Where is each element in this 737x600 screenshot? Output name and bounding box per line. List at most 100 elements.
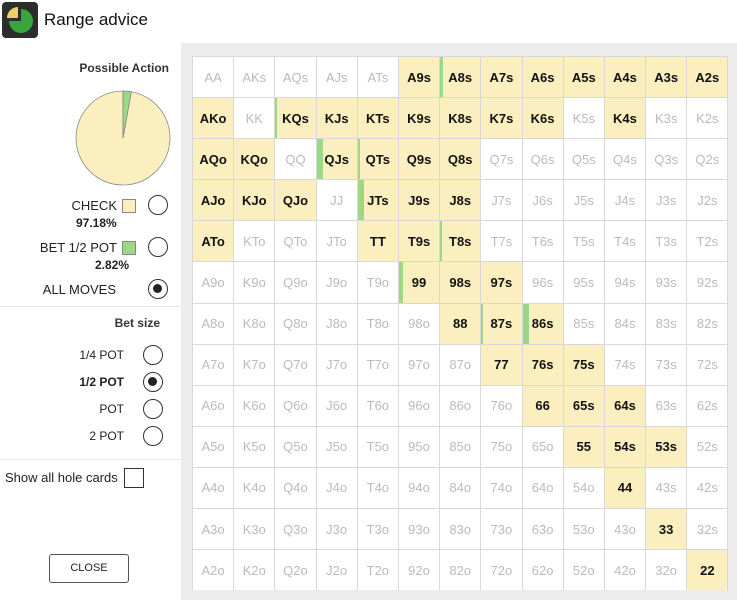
hand-cell[interactable]: 95s — [563, 262, 604, 303]
hand-cell[interactable]: TT — [357, 221, 398, 262]
hand-cell[interactable]: K6o — [234, 385, 275, 426]
hand-cell[interactable]: 65o — [522, 426, 563, 467]
hand-cell[interactable]: A4s — [604, 57, 646, 98]
hand-cell[interactable]: K9o — [234, 262, 275, 303]
hand-cell[interactable]: J6s — [522, 180, 563, 221]
hand-cell[interactable]: Q8o — [275, 303, 316, 344]
hand-cell[interactable]: 86o — [440, 385, 481, 426]
hand-cell[interactable]: K8s — [440, 98, 481, 139]
hand-cell[interactable]: J8s — [440, 180, 481, 221]
hand-cell[interactable]: J2s — [687, 180, 728, 221]
hand-cell[interactable]: 96s — [522, 262, 563, 303]
hand-cell[interactable]: 32s — [687, 509, 728, 550]
hand-cell[interactable]: AJo — [193, 180, 234, 221]
hand-cell[interactable]: J3s — [646, 180, 687, 221]
bet-size-two-pot-radio[interactable] — [143, 426, 163, 446]
hand-cell[interactable]: A6s — [522, 57, 563, 98]
hand-cell[interactable]: A4o — [193, 467, 234, 509]
hand-cell[interactable]: 52s — [687, 426, 728, 467]
hand-cell[interactable]: A8s — [440, 57, 481, 98]
hand-cell[interactable]: 42o — [604, 550, 646, 591]
hand-cell[interactable]: K4o — [234, 467, 275, 509]
hand-cell[interactable]: AKo — [193, 98, 234, 139]
hand-cell[interactable]: 22 — [687, 550, 728, 591]
hand-cell[interactable]: Q7s — [481, 139, 522, 180]
hand-cell[interactable]: QTo — [275, 221, 316, 262]
hand-cell[interactable]: J9o — [316, 262, 357, 303]
hand-cell[interactable]: 83o — [440, 509, 481, 550]
hand-cell[interactable]: T4s — [604, 221, 646, 262]
hand-cell[interactable]: 64o — [522, 467, 563, 509]
hand-cell[interactable]: 93o — [398, 509, 440, 550]
hand-cell[interactable]: 43o — [604, 509, 646, 550]
hand-cell[interactable]: AKs — [234, 57, 275, 98]
hand-cell[interactable]: T9s — [398, 221, 440, 262]
hand-cell[interactable]: JTo — [316, 221, 357, 262]
hand-cell[interactable]: K8o — [234, 303, 275, 344]
hand-cell[interactable]: AQo — [193, 139, 234, 180]
bet-size-quarter-pot-radio[interactable] — [143, 345, 163, 365]
hand-cell[interactable]: 55 — [563, 426, 604, 467]
hand-cell[interactable]: K7s — [481, 98, 522, 139]
hand-cell[interactable]: 87s — [481, 303, 522, 344]
hand-cell[interactable]: 99 — [398, 262, 440, 303]
hand-cell[interactable]: 72o — [481, 550, 522, 591]
hand-cell[interactable]: A2s — [687, 57, 728, 98]
hand-cell[interactable]: 73o — [481, 509, 522, 550]
hand-cell[interactable]: T6s — [522, 221, 563, 262]
hand-cell[interactable]: ATo — [193, 221, 234, 262]
hand-cell[interactable]: T6o — [357, 385, 398, 426]
hand-cell[interactable]: J4o — [316, 467, 357, 509]
hand-cell[interactable]: Q9o — [275, 262, 316, 303]
hand-cell[interactable]: T3o — [357, 509, 398, 550]
hand-cell[interactable]: KQs — [275, 98, 316, 139]
hand-cell[interactable]: Q3o — [275, 509, 316, 550]
hand-cell[interactable]: 62o — [522, 550, 563, 591]
hand-cell[interactable]: 85o — [440, 426, 481, 467]
hand-cell[interactable]: K2o — [234, 550, 275, 591]
hand-cell[interactable]: A9o — [193, 262, 234, 303]
hand-cell[interactable]: K9s — [398, 98, 440, 139]
hand-cell[interactable]: AA — [193, 57, 234, 98]
hand-cell[interactable]: A3s — [646, 57, 687, 98]
hand-cell[interactable]: ATs — [357, 57, 398, 98]
hand-cell[interactable]: 92s — [687, 262, 728, 303]
hand-cell[interactable]: 98s — [440, 262, 481, 303]
hand-cell[interactable]: K7o — [234, 344, 275, 385]
hand-cell[interactable]: AQs — [275, 57, 316, 98]
hand-cell[interactable]: K4s — [604, 98, 646, 139]
hand-cell[interactable]: 83s — [646, 303, 687, 344]
hand-cell[interactable]: K5o — [234, 426, 275, 467]
hand-cell[interactable]: T8s — [440, 221, 481, 262]
show-all-hole-cards-checkbox[interactable] — [124, 468, 144, 488]
hand-cell[interactable]: 62s — [687, 385, 728, 426]
hand-cell[interactable]: 53s — [646, 426, 687, 467]
hand-cell[interactable]: 72s — [687, 344, 728, 385]
hand-cell[interactable]: 94s — [604, 262, 646, 303]
hand-cell[interactable]: QJs — [316, 139, 357, 180]
hand-cell[interactable]: A2o — [193, 550, 234, 591]
hand-cell[interactable]: 84s — [604, 303, 646, 344]
hand-cell[interactable]: 53o — [563, 509, 604, 550]
hand-cell[interactable]: 33 — [646, 509, 687, 550]
hand-cell[interactable]: 76o — [481, 385, 522, 426]
hand-cell[interactable]: Q8s — [440, 139, 481, 180]
bet-half-pot-radio[interactable] — [148, 237, 168, 257]
hand-cell[interactable]: T5o — [357, 426, 398, 467]
hand-cell[interactable]: J7s — [481, 180, 522, 221]
hand-cell[interactable]: JTs — [357, 180, 398, 221]
hand-cell[interactable]: J8o — [316, 303, 357, 344]
hand-cell[interactable]: T3s — [646, 221, 687, 262]
hand-cell[interactable]: A9s — [398, 57, 440, 98]
hand-cell[interactable]: Q3s — [646, 139, 687, 180]
hand-cell[interactable]: QQ — [275, 139, 316, 180]
hand-cell[interactable]: A6o — [193, 385, 234, 426]
hand-cell[interactable]: KTs — [357, 98, 398, 139]
hand-cell[interactable]: 94o — [398, 467, 440, 509]
hand-cell[interactable]: 43s — [646, 467, 687, 509]
hand-cell[interactable]: J9s — [398, 180, 440, 221]
hand-cell[interactable]: Q6s — [522, 139, 563, 180]
hand-cell[interactable]: J2o — [316, 550, 357, 591]
hand-cell[interactable]: 98o — [398, 303, 440, 344]
hand-cell[interactable]: T4o — [357, 467, 398, 509]
